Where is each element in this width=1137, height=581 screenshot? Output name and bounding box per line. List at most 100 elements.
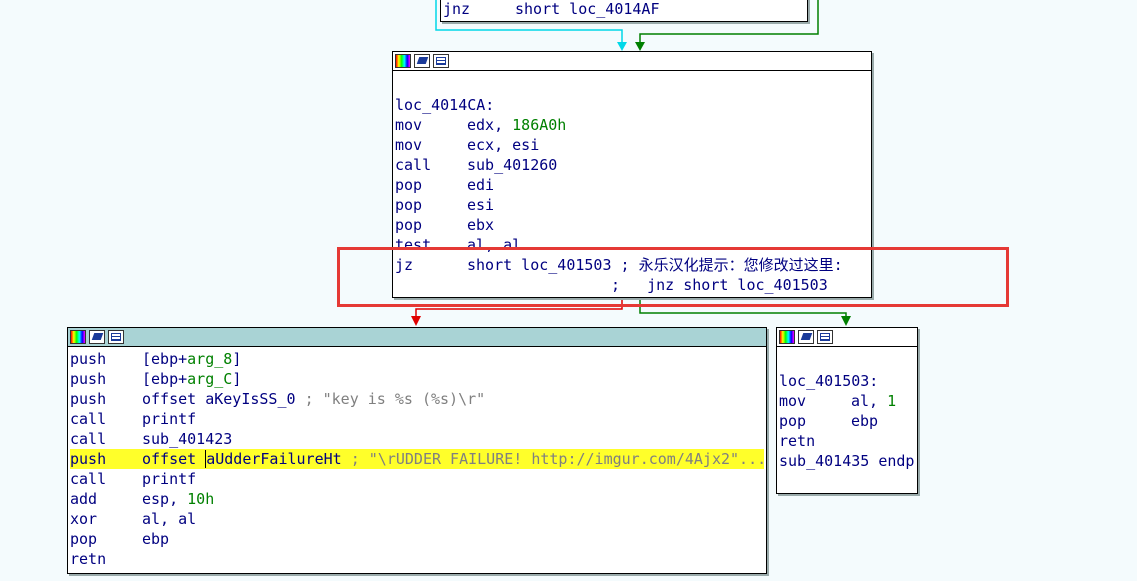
operand-symbol: 10h [187, 490, 215, 508]
code-line-jz[interactable]: jz short loc_401503 ; 永乐汉化提示：您修改过这里: [395, 255, 869, 275]
code-line[interactable]: push offset aKeyIsSS_0 ; "key is %s (%s)\… [70, 389, 764, 409]
mnemonic: push [70, 390, 107, 408]
operand: sub_401423 [142, 430, 233, 448]
code-label[interactable]: loc_401503: [779, 371, 915, 391]
mnemonic: retn [70, 550, 107, 568]
mnemonic: pop [395, 196, 423, 214]
node-header [393, 52, 871, 71]
operand: [ebp+ [142, 370, 188, 388]
code-node-failure[interactable]: push [ebp+arg_8] push [ebp+arg_C] push offset… [67, 327, 767, 574]
mnemonic: pop [395, 216, 423, 234]
edge-false [415, 297, 623, 322]
node-color-icon[interactable] [779, 330, 795, 344]
code-line[interactable]: call printf [70, 409, 764, 429]
text-cursor: a [205, 450, 216, 468]
operand: edi [467, 176, 495, 194]
mnemonic: mov [395, 136, 423, 154]
mnemonic: pop [779, 412, 807, 430]
operand: UdderFailureHt [215, 450, 351, 468]
code-line[interactable]: pop esi [395, 195, 869, 215]
rename-icon[interactable] [89, 330, 105, 344]
comment-continuation: ; jnz short loc_401503 [611, 276, 828, 294]
code-line[interactable]: mov ecx, esi [395, 135, 869, 155]
code-line[interactable]: retn [779, 431, 915, 451]
node-color-icon[interactable] [395, 54, 411, 68]
code-line[interactable]: call printf [70, 469, 764, 489]
code-line[interactable]: call sub_401260 [395, 155, 869, 175]
operand: [ebp+ [142, 350, 188, 368]
code-line[interactable]: push [ebp+arg_C] [70, 369, 764, 389]
edge-arrow [841, 316, 851, 326]
operand: ebp [142, 530, 170, 548]
mnemonic: push [70, 370, 107, 388]
code-line-selected[interactable]: push offset aUdderFailureHt ; "\rUDDER FA… [70, 449, 766, 469]
mnemonic: call [70, 430, 107, 448]
mnemonic: call [70, 470, 107, 488]
mnemonic: call [70, 410, 107, 428]
edge-arrow [617, 42, 627, 51]
operand: al, [851, 392, 888, 410]
code-line[interactable]: pop ebp [70, 529, 764, 549]
operand: ecx, esi [467, 136, 540, 154]
code-node-loc-4014ca[interactable]: loc_4014CA: mov edx, 186A0h mov ecx, esi cal… [392, 51, 872, 298]
operand: edx, [467, 116, 513, 134]
mnemonic: pop [70, 530, 98, 548]
operand: short loc_4014AF [515, 0, 660, 18]
mnemonic: mov [395, 116, 423, 134]
code-line[interactable]: mov al, 1 [779, 391, 915, 411]
operand: sub_401260 [467, 156, 558, 174]
code-node-top[interactable]: jnz short loc_4014AF [440, 0, 808, 22]
rename-icon[interactable] [798, 330, 814, 344]
code-line[interactable]: xor al, al [70, 509, 764, 529]
code-line[interactable]: mov edx, 186A0h [395, 115, 869, 135]
code-label[interactable]: loc_4014CA: [395, 95, 869, 115]
code-line[interactable]: pop ebp [779, 411, 915, 431]
operand: offset [142, 450, 206, 468]
edge-true [639, 297, 847, 322]
code-line[interactable]: retn [70, 549, 764, 569]
graph-view-icon[interactable] [108, 330, 124, 344]
operand: printf [142, 410, 197, 428]
mnemonic: call [395, 156, 432, 174]
operand: offset aKeyIsSS_0 [142, 390, 305, 408]
operand: ebx [467, 216, 495, 234]
node-header [777, 328, 917, 347]
operand: esp, [142, 490, 188, 508]
code-line[interactable]: add esp, 10h [70, 489, 764, 509]
code-line[interactable]: call sub_401423 [70, 429, 764, 449]
mnemonic: jz [395, 256, 414, 274]
graph-view-icon[interactable] [817, 330, 833, 344]
mnemonic: mov [779, 392, 807, 410]
code-line[interactable]: test al, al [395, 235, 869, 255]
operand: esi [467, 196, 495, 214]
code-line[interactable]: pop ebx [395, 215, 869, 235]
immediate-value: 1 [887, 392, 897, 410]
operand-symbol: arg_8 [187, 350, 233, 368]
mnemonic: pop [395, 176, 423, 194]
mnemonic: push [70, 350, 107, 368]
operand: al, al [142, 510, 197, 528]
code-node-loc-401503[interactable]: loc_401503: mov al, 1 pop ebp retn sub_40143… [776, 327, 918, 494]
mnemonic: jnz [443, 0, 471, 18]
operand: short loc_401503 ; 永乐汉化提示：您修改过这里: [467, 256, 843, 274]
rename-icon[interactable] [414, 54, 430, 68]
code-endp[interactable]: sub_401435 endp [779, 451, 915, 471]
code-line[interactable]: push [ebp+arg_8] [70, 349, 764, 369]
code-line[interactable]: jnz short loc_4014AF [443, 0, 805, 19]
operand: ] [232, 370, 242, 388]
operand: printf [142, 470, 197, 488]
comment: ; "key is %s (%s)\r" [304, 390, 486, 408]
node-color-icon[interactable] [70, 330, 86, 344]
operand: ] [232, 350, 242, 368]
graph-view-icon[interactable] [433, 54, 449, 68]
code-line[interactable]: pop edi [395, 175, 869, 195]
mnemonic: test [395, 236, 432, 254]
edge-arrow [411, 316, 421, 326]
mnemonic: add [70, 490, 98, 508]
operand: al, al [467, 236, 522, 254]
immediate-value: 186A0h [512, 116, 567, 134]
node-header [68, 328, 766, 347]
mnemonic: xor [70, 510, 98, 528]
